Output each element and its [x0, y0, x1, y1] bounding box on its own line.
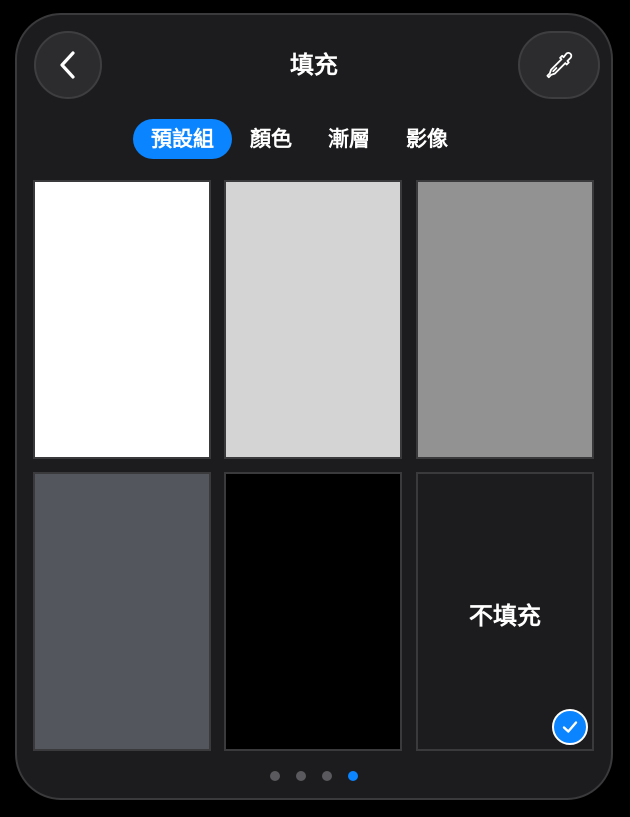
page-dot-current[interactable] [348, 771, 358, 781]
swatch-no-fill[interactable]: 不填充 [416, 472, 594, 751]
checkmark-icon [562, 721, 578, 733]
color-picker-button[interactable] [518, 31, 600, 99]
swatch-white[interactable] [33, 180, 211, 459]
swatch-gray[interactable] [416, 180, 594, 459]
selected-checkmark [552, 709, 588, 745]
swatch-dark-gray[interactable] [33, 472, 211, 751]
fill-type-tabs: 預設組 顏色 漸層 影像 [133, 119, 466, 159]
fill-panel: 填充 預設組 顏色 漸層 影像 不填充 [15, 13, 613, 800]
page-dot[interactable] [270, 771, 280, 781]
swatch-light-gray[interactable] [224, 180, 402, 459]
page-dot[interactable] [296, 771, 306, 781]
page-indicator [17, 771, 611, 781]
tab-gradient[interactable]: 漸層 [310, 119, 388, 159]
tab-image[interactable]: 影像 [388, 119, 466, 159]
eyedropper-icon [546, 52, 573, 79]
tab-presets[interactable]: 預設組 [133, 119, 232, 159]
no-fill-label: 不填充 [469, 602, 541, 630]
page-dot[interactable] [322, 771, 332, 781]
swatch-black[interactable] [224, 472, 402, 751]
tab-color[interactable]: 顏色 [232, 119, 310, 159]
